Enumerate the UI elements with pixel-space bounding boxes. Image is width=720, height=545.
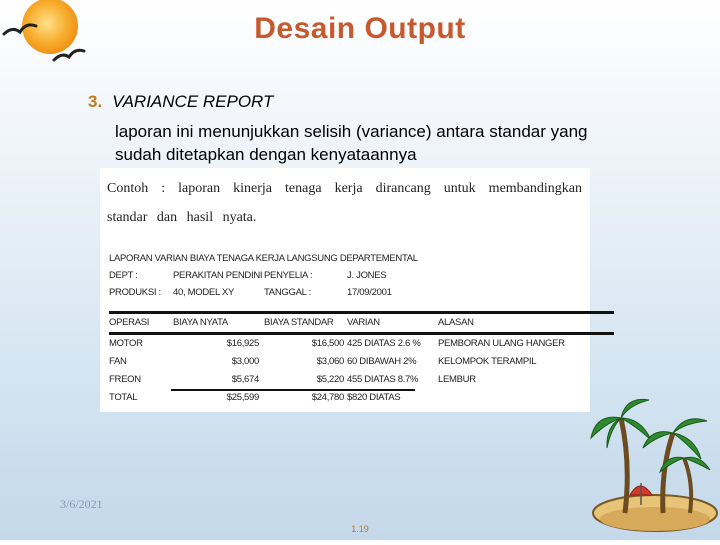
dept-value: PERAKITAN PENDINI — [173, 270, 263, 281]
table-cell: 425 DIATAS 2.6 % — [347, 338, 421, 349]
date-value: 17/09/2001 — [347, 287, 392, 298]
slide-title: Desain Output — [254, 12, 466, 45]
table-cell: $16,500 — [311, 338, 345, 349]
table-row: MOTOR $16,925 $16,500 425 DIATAS 2.6 % P… — [109, 335, 614, 353]
example-image: Contoh : laporan kinerja tenaga kerja di… — [100, 168, 614, 412]
column-header: VARIAN — [347, 317, 380, 328]
report-title: LAPORAN VARIAN BIAYA TENAGA KERJA LANGSU… — [109, 253, 418, 264]
table-cell: $820 DIATAS — [347, 392, 401, 403]
variance-report: LAPORAN VARIAN BIAYA TENAGA KERJA LANGSU… — [109, 250, 614, 407]
report-dept-row: DEPT : PERAKITAN PENDINI PENYELIA : J. J… — [109, 267, 614, 284]
table-row: FAN $3,000 $3,060 60 DIBAWAH 2% KELOMPOK… — [109, 353, 614, 371]
table-cell: $24,780 — [311, 392, 345, 403]
footer-date: 3/6/2021 — [60, 497, 103, 511]
table-cell: FREON — [109, 374, 141, 385]
total-divider — [171, 389, 415, 391]
supervisor-value: J. JONES — [347, 270, 387, 281]
table-cell: PEMBORAN ULANG HANGER — [438, 338, 565, 349]
column-header: ALASAN — [438, 317, 474, 328]
section-heading-text: VARIANCE REPORT — [112, 92, 274, 111]
example-text: Contoh : laporan kinerja tenaga kerja di… — [107, 181, 582, 225]
description-paragraph: laporan ini menunjukkan selisih (varianc… — [115, 122, 588, 164]
table-cell: TOTAL — [109, 392, 138, 403]
report-product-row: PRODUKSI : 40, MODEL XY TANGGAL : 17/09/… — [109, 284, 614, 301]
table-header-row: OPERASI BIAYA NYATA BIAYA STANDAR VARIAN… — [109, 314, 614, 332]
table-cell: 60 DIBAWAH 2% — [347, 356, 417, 367]
report-title-row: LAPORAN VARIAN BIAYA TENAGA KERJA LANGSU… — [109, 250, 614, 267]
table-row: FREON $5,674 $5,220 455 DIATAS 8.7% LEMB… — [109, 371, 614, 389]
total-row: TOTAL $25,599 $24,780 $820 DIATAS — [109, 389, 614, 407]
palm-island-icon — [585, 395, 720, 540]
column-header: BIAYA STANDAR — [264, 317, 334, 328]
product-label: PRODUKSI : — [109, 287, 161, 298]
table-cell: LEMBUR — [438, 374, 476, 385]
table-cell: $5,220 — [316, 374, 345, 385]
table-cell: $5,674 — [231, 374, 260, 385]
product-value: 40, MODEL XY — [173, 287, 234, 298]
table-cell: $3,060 — [316, 356, 345, 367]
table-cell: $16,925 — [226, 338, 260, 349]
table-cell: KELOMPOK TERAMPIL — [438, 356, 537, 367]
table-cell: MOTOR — [109, 338, 143, 349]
section-heading: 3. VARIANCE REPORT — [88, 92, 273, 112]
column-header: BIAYA NYATA — [173, 317, 228, 328]
table-cell: $3,000 — [231, 356, 260, 367]
table-cell: $25,599 — [226, 392, 260, 403]
table-cell: 455 DIATAS 8.7% — [347, 374, 419, 385]
dept-label: DEPT : — [109, 270, 138, 281]
column-header: OPERASI — [109, 317, 150, 328]
section-number: 3. — [88, 92, 103, 111]
date-label: TANGGAL : — [264, 287, 311, 298]
supervisor-label: PENYELIA : — [264, 270, 313, 281]
table-cell: FAN — [109, 356, 127, 367]
